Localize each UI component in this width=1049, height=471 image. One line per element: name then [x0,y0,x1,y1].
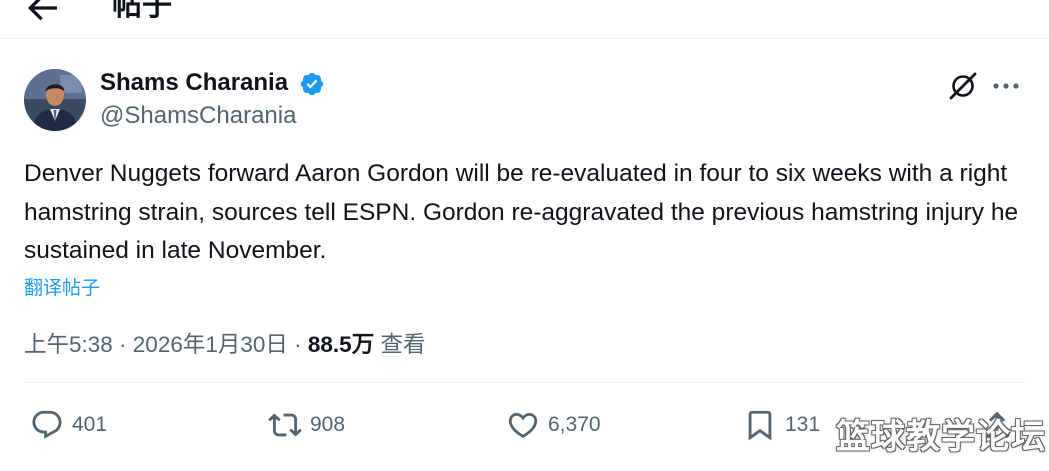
avatar[interactable] [24,69,86,131]
heart-icon [508,412,538,438]
tweet-meta: 上午5:38 · 2026年1月30日 · 88.5万 查看 [24,329,425,361]
actions-divider [24,382,1025,383]
back-button[interactable] [22,0,62,28]
bookmark-icon [748,410,772,441]
post-time[interactable]: 上午5:38 [24,332,113,357]
views-label: 查看 [380,332,426,357]
top-bar: 帖子 [0,0,1049,40]
more-dots-icon[interactable] [990,72,1022,100]
author-photo [24,69,86,131]
repost-arrows-icon [268,413,302,437]
meta-separator: · [112,332,133,357]
page-title: 帖子 [112,0,172,22]
bookmark-count: 131 [785,413,821,436]
repost-button[interactable]: 908 [268,403,345,447]
tweet-text: Denver Nuggets forward Aaron Gordon will… [24,160,1019,264]
like-count: 6,370 [548,413,601,436]
verified-badge-icon [299,71,325,97]
reply-button[interactable]: 401 [30,403,107,447]
bookmark-button[interactable]: 131 [743,403,820,447]
reply-count: 401 [72,413,108,436]
reply-bubble-icon [32,410,62,439]
grok-slash-icon[interactable] [948,71,978,101]
author-handle[interactable]: @ShamsCharania [100,101,296,131]
arrow-left-icon [27,0,57,21]
meta-separator: · [287,332,308,357]
watermark-text: 篮球教学论坛 [836,418,1046,456]
like-button[interactable]: 6,370 [506,403,601,447]
repost-count: 908 [310,413,346,436]
translate-post-link[interactable]: 翻译帖子 [24,276,100,302]
header-divider [0,38,1049,39]
post-date[interactable]: 2026年1月30日 [133,332,288,357]
views-count: 88.5万 [307,332,375,357]
author-display-name[interactable]: Shams Charania [100,68,288,98]
